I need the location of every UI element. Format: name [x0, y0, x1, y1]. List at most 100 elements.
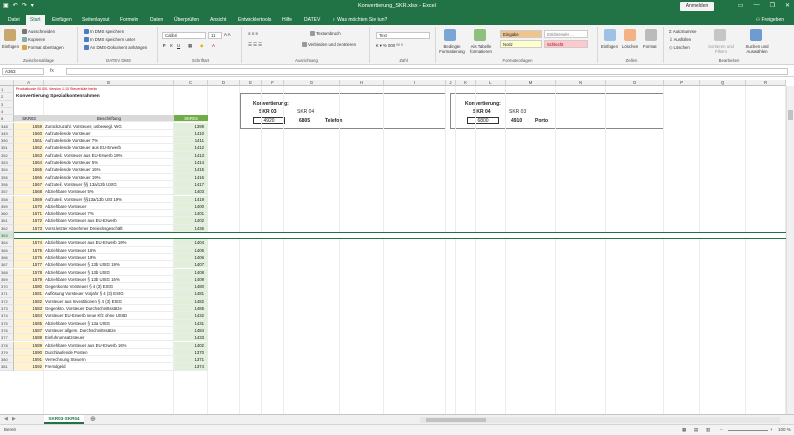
cell-skr03[interactable]: 1585: [14, 319, 44, 327]
cell-skr03[interactable]: 1583: [14, 305, 44, 313]
dms-save-as-button[interactable]: In DMS speichern unter: [84, 37, 135, 43]
style-explanatory[interactable]: Erklärender ...: [544, 30, 588, 38]
cell-skr03[interactable]: 1571: [14, 210, 44, 218]
row-header[interactable]: 363: [0, 232, 14, 240]
row-header[interactable]: 359: [0, 202, 14, 211]
cell-skr04[interactable]: 1431: [174, 319, 208, 327]
row-header[interactable]: 351: [0, 144, 14, 152]
row-header[interactable]: 378: [0, 341, 14, 349]
row-header[interactable]: 350: [0, 137, 14, 145]
copy-button[interactable]: Kopieren: [22, 37, 45, 43]
conditional-format-button[interactable]: Bedingte Formatierung: [439, 44, 465, 54]
format-cells-button[interactable]: Format: [643, 44, 657, 49]
cell-skr04[interactable]: 1370: [174, 348, 208, 357]
row-header[interactable]: 376: [0, 326, 14, 335]
cell-skr03[interactable]: 1584: [14, 312, 44, 320]
cell-skr03[interactable]: 1589: [14, 341, 44, 349]
cell-beschriftung[interactable]: Aufzuteil. Vorsteuer §§13a/13b USt 19%: [44, 196, 174, 203]
column-header[interactable]: P: [664, 80, 700, 86]
row-header[interactable]: 354: [0, 166, 14, 174]
cell-skr04[interactable]: 1410: [174, 129, 208, 138]
format-as-table-button[interactable]: Als Tabelle formatieren: [468, 44, 494, 54]
row-header[interactable]: 374: [0, 312, 14, 320]
cell-beschriftung[interactable]: Fremdgeld: [44, 363, 174, 371]
row-header[interactable]: 371: [0, 290, 14, 298]
style-note[interactable]: Notiz: [500, 40, 542, 48]
tab-einfuegen[interactable]: Einfügen: [48, 15, 76, 25]
row-header[interactable]: 357: [0, 188, 14, 196]
cell-skr03[interactable]: 1559: [14, 122, 44, 130]
cell-skr04[interactable]: 1403: [174, 188, 208, 196]
cell-beschriftung[interactable]: Aufzuteilende Vorsteuer: [44, 130, 174, 138]
sheet-tab-skr03-skr04[interactable]: SKR03-SKR04: [44, 415, 84, 424]
column-header[interactable]: K: [456, 80, 476, 86]
row-header[interactable]: 4: [0, 107, 14, 116]
row-header[interactable]: 348: [0, 122, 14, 130]
column-header[interactable]: H: [340, 80, 384, 86]
cell-skr03[interactable]: 1562: [14, 144, 44, 152]
column-header[interactable]: I: [384, 80, 446, 86]
cell-skr03[interactable]: 1564: [14, 159, 44, 167]
cell-skr03[interactable]: 1587: [14, 326, 44, 335]
cell-beschriftung[interactable]: Abziehbare Vorsteuer § 13a UStG: [44, 320, 174, 327]
row-header[interactable]: 365: [0, 246, 14, 254]
cell-beschriftung[interactable]: Zurückzuzahl. Vorsteuer, unbewegl. WG: [44, 123, 174, 130]
row-header[interactable]: 358: [0, 195, 14, 203]
cell-skr04[interactable]: 1401: [174, 210, 208, 218]
cell-skr04[interactable]: 1407: [174, 261, 208, 269]
row-header[interactable]: 368: [0, 268, 14, 276]
cell-skr04[interactable]: 1404: [174, 239, 208, 247]
view-pagebreak-icon[interactable]: ▥: [706, 425, 710, 435]
clear-button[interactable]: ◇ Löschen: [669, 45, 690, 51]
column-header[interactable]: Q: [700, 80, 746, 86]
cell-skr04[interactable]: 1409: [174, 275, 208, 284]
column-header[interactable]: N: [556, 80, 606, 86]
column-header[interactable]: L: [476, 80, 506, 86]
close-icon[interactable]: ✕: [785, 2, 790, 9]
row-header[interactable]: 349: [0, 129, 14, 138]
maximize-icon[interactable]: ❐: [770, 2, 775, 9]
autosum-button[interactable]: Σ AutoSumme: [669, 29, 697, 34]
row-header[interactable]: 379: [0, 348, 14, 357]
cell-skr03[interactable]: 1568: [14, 188, 44, 196]
worksheet-grid[interactable]: Konvertierung: SKR 03 SKR 04 4920 6805 T…: [0, 80, 794, 414]
font-color-icon[interactable]: A: [212, 43, 215, 48]
tab-ansicht[interactable]: Ansicht: [206, 15, 230, 25]
cell-skr03[interactable]: 1581: [14, 290, 44, 298]
bold-button[interactable]: F: [163, 43, 166, 48]
cell-skr04[interactable]: 1405: [174, 246, 208, 254]
dms-save-button[interactable]: In DMS speichern: [84, 29, 124, 35]
cell-skr04[interactable]: 1432: [174, 312, 208, 320]
cell-skr03[interactable]: 1570: [14, 202, 44, 211]
share-button[interactable]: ⚇ Freigeben: [756, 15, 784, 25]
row-header[interactable]: 372: [0, 297, 14, 305]
cell-skr03[interactable]: 1560: [14, 129, 44, 138]
cell-beschriftung[interactable]: Abziehbare Vorsteuer 7%: [44, 210, 174, 218]
cell-beschriftung[interactable]: Abziehbare Vorsteuer § 13b UStG 16%: [44, 276, 174, 284]
cell-beschriftung[interactable]: Einfuhrumsatzsteuer: [44, 334, 174, 342]
cell-skr03[interactable]: 1576: [14, 253, 44, 262]
cell-beschriftung[interactable]: Abziehbare Vorsteuer § 13b UStG: [44, 269, 174, 276]
wrap-text-button[interactable]: Textumbruch: [310, 31, 341, 37]
zoom-in-icon[interactable]: +: [770, 425, 773, 435]
cell-skr04[interactable]: 1419: [174, 195, 208, 203]
underline-button[interactable]: U: [177, 43, 180, 48]
cell-beschriftung[interactable]: Vorsteuer allgem. Durchschnittssätze: [44, 327, 174, 335]
fill-color-icon[interactable]: ◆: [200, 43, 203, 49]
cell-beschriftung[interactable]: Aufzuteilende Vorsteuer 16%: [44, 166, 174, 174]
cell-skr04[interactable]: 1484: [174, 326, 208, 335]
row-header[interactable]: 375: [0, 319, 14, 327]
font-size-select[interactable]: 11: [208, 32, 222, 39]
cell-beschriftung[interactable]: Abziehbare Vorsteuer aus EU-Erwerb: [44, 217, 174, 225]
row-header[interactable]: 381: [0, 363, 14, 371]
cell-skr03[interactable]: 1578: [14, 268, 44, 276]
formula-input[interactable]: [66, 68, 788, 75]
cell-beschriftung[interactable]: Abziehbare Vorsteuer aus EU-Erwerb 19%: [44, 239, 174, 247]
zoom-out-icon[interactable]: −: [720, 425, 723, 435]
h-scrollbar-thumb[interactable]: [426, 418, 486, 422]
delete-cells-button[interactable]: Löschen: [622, 44, 638, 49]
tab-daten[interactable]: Daten: [146, 15, 167, 25]
scrollbar-thumb[interactable]: [788, 110, 793, 120]
tab-entwicklertools[interactable]: Entwicklertools: [234, 15, 275, 25]
cell-skr04[interactable]: 1400: [174, 202, 208, 211]
